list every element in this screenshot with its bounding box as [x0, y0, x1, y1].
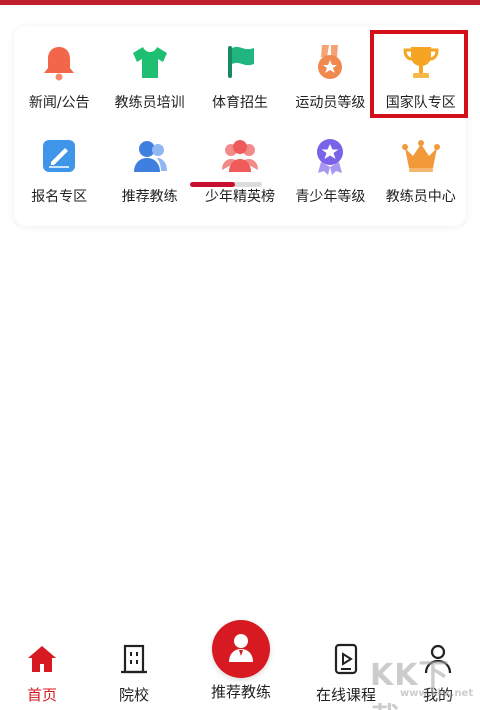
tab-recommended-coach[interactable] — [212, 620, 270, 678]
flag-icon — [220, 42, 260, 82]
menu-label: 体育招生 — [211, 95, 268, 111]
tab-colleges[interactable]: 院校 — [94, 630, 174, 705]
tab-label: 院校 — [118, 686, 149, 704]
tab-home[interactable]: 首页 — [2, 630, 82, 705]
menu-label: 青少年等级 — [295, 189, 366, 205]
menu-item-registration[interactable]: 报名专区 — [14, 130, 104, 210]
tshirt-icon — [130, 42, 170, 82]
menu-item-youth-level[interactable]: 青少年等级 — [285, 130, 375, 210]
top-status-bar — [0, 0, 480, 5]
highlight-annotation-box — [370, 30, 468, 118]
form-icon — [39, 136, 79, 176]
menu-label: 运动员等级 — [295, 95, 366, 111]
badge-icon — [310, 136, 350, 176]
menu-item-youth-elite-list[interactable]: 少年精英榜 — [195, 130, 285, 210]
menu-item-recommended-coach[interactable]: 推荐教练 — [104, 130, 194, 210]
menu-label: 教练员中心 — [385, 189, 456, 205]
building-icon — [117, 642, 151, 676]
home-icon — [25, 642, 59, 676]
menu-item-coach-training[interactable]: 教练员培训 — [104, 36, 194, 116]
menu-label: 教练员培训 — [114, 95, 185, 111]
watermark-logo: KK下载 www.kkx.net — [370, 658, 474, 710]
tab-label-recommended-coach: 推荐教练 — [210, 683, 271, 701]
coach-icon — [224, 630, 258, 668]
video-icon — [329, 642, 363, 676]
menu-label: 推荐教练 — [121, 189, 178, 205]
menu-label: 新闻/公告 — [28, 95, 90, 111]
crown-icon — [401, 136, 441, 176]
bell-icon — [39, 42, 79, 82]
medal-icon — [310, 42, 350, 82]
menu-item-athlete-level[interactable]: 运动员等级 — [285, 36, 375, 116]
menu-item-coach-center[interactable]: 教练员中心 — [376, 130, 466, 210]
menu-label: 少年精英榜 — [204, 189, 275, 205]
tab-label: 首页 — [26, 686, 57, 704]
group-icon — [220, 136, 260, 176]
page-indicator-active — [190, 182, 235, 187]
users-icon — [130, 136, 170, 176]
page-indicator — [190, 182, 262, 187]
menu-label: 报名专区 — [31, 189, 88, 205]
tab-label: 在线课程 — [315, 686, 376, 704]
menu-item-news[interactable]: 新闻/公告 — [14, 36, 104, 116]
menu-item-sports-enrollment[interactable]: 体育招生 — [195, 36, 285, 116]
